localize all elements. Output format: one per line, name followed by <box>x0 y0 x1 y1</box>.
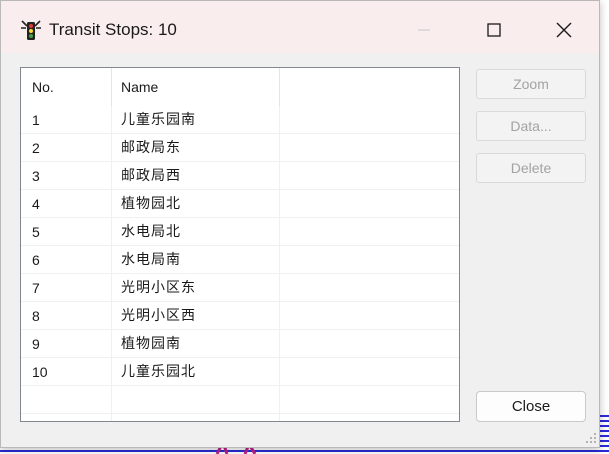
column-header-name[interactable]: Name <box>121 68 158 106</box>
maximize-button[interactable] <box>471 7 517 53</box>
row-number: 7 <box>32 280 40 296</box>
table-row[interactable]: 10 儿童乐园北 <box>21 358 459 386</box>
traffic-light-icon <box>21 20 41 40</box>
resize-grip-icon[interactable] <box>585 432 597 444</box>
minimize-icon <box>418 29 430 31</box>
stop-name: 水电局南 <box>121 252 181 268</box>
close-icon <box>556 22 572 38</box>
stop-name: 邮政局西 <box>121 168 181 184</box>
stop-name: 植物园南 <box>121 336 181 352</box>
table-row[interactable]: 5 水电局北 <box>21 218 459 246</box>
row-number: 5 <box>32 224 40 240</box>
window-title: Transit Stops: 10 <box>49 20 177 39</box>
stop-name: 光明小区西 <box>121 308 196 324</box>
data-button[interactable]: Data... <box>476 111 586 141</box>
row-number: 1 <box>32 112 40 128</box>
table-row[interactable]: 2 邮政局东 <box>21 134 459 162</box>
row-number: 4 <box>32 196 40 212</box>
stop-name: 儿童乐园北 <box>121 364 196 380</box>
list-header: No. Name <box>21 68 459 106</box>
row-number: 9 <box>32 336 40 352</box>
table-row[interactable]: 1 儿童乐园南 <box>21 106 459 134</box>
column-header-no[interactable]: No. <box>32 68 54 106</box>
table-row[interactable]: 6 水电局南 <box>21 246 459 274</box>
stop-name: 邮政局东 <box>121 140 181 156</box>
stop-name: 儿童乐园南 <box>121 112 196 128</box>
table-row[interactable]: 3 邮政局西 <box>21 162 459 190</box>
delete-button[interactable]: Delete <box>476 153 586 183</box>
row-number: 3 <box>32 168 40 184</box>
zoom-button[interactable]: Zoom <box>476 69 586 99</box>
table-row[interactable]: 7 光明小区东 <box>21 274 459 302</box>
row-number: 8 <box>32 308 40 324</box>
row-number: 10 <box>32 364 48 380</box>
row-number: 2 <box>32 140 40 156</box>
column-divider[interactable] <box>279 68 280 106</box>
stop-name: 植物园北 <box>121 196 181 212</box>
row-number: 6 <box>32 252 40 268</box>
stop-name: 光明小区东 <box>121 280 196 296</box>
stop-name: 水电局北 <box>121 224 181 240</box>
column-divider[interactable] <box>111 68 112 106</box>
table-row[interactable]: 4 植物园北 <box>21 190 459 218</box>
close-button[interactable]: Close <box>476 391 586 422</box>
table-row[interactable]: 9 植物园南 <box>21 330 459 358</box>
table-row[interactable]: 8 光明小区西 <box>21 302 459 330</box>
stops-list[interactable]: No. Name 1 儿童乐园南 2 邮政局东 3 邮政局西 4 植物园北 5 … <box>20 67 460 422</box>
transit-stops-dialog: Transit Stops: 10 No. Name 1 儿童乐园南 2 邮政局… <box>0 0 600 448</box>
title-bar[interactable]: Transit Stops: 10 <box>1 1 599 53</box>
close-window-button[interactable] <box>541 7 587 53</box>
empty-row <box>21 386 459 414</box>
minimize-button[interactable] <box>401 7 447 53</box>
maximize-icon <box>487 23 501 37</box>
